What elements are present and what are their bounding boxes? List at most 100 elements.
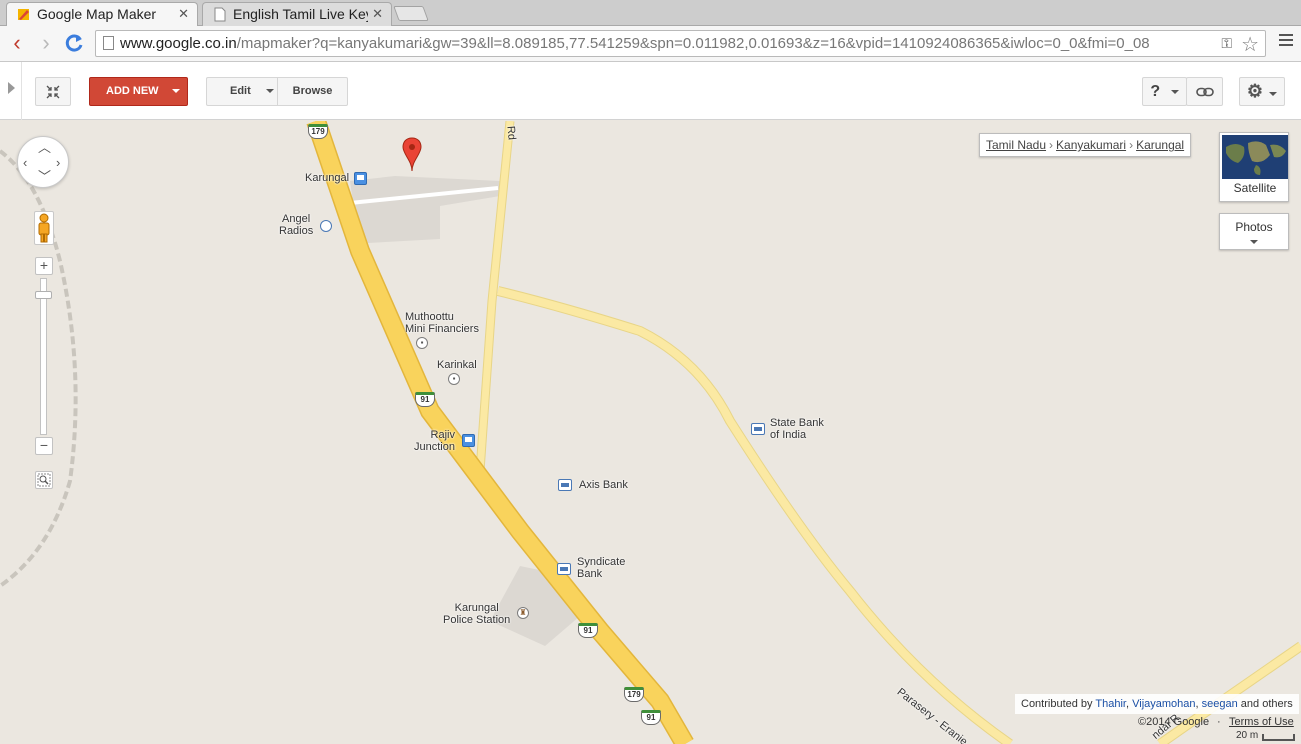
location-pin-icon[interactable] <box>402 137 422 171</box>
scale-label: 20 m <box>1236 730 1259 741</box>
tab-title: English Tamil Live Key <box>233 6 368 22</box>
breadcrumb-link-town[interactable]: Karungal <box>1136 138 1184 152</box>
poi-label-muthoottu[interactable]: Muthoottu Mini Financiers <box>405 311 479 335</box>
gear-icon: ⚙ <box>1246 81 1264 101</box>
address-bar[interactable]: www.google.co.in/mapmaker?q=kanyakumari&… <box>95 30 1266 57</box>
poi-dot-icon[interactable]: ▪ <box>448 373 460 385</box>
divider <box>21 62 22 120</box>
bank-icon[interactable] <box>558 479 572 491</box>
breadcrumb-separator: › <box>1129 138 1134 152</box>
map-canvas[interactable]: Rd Parasery - Eranie ndai R 179 91 91 17… <box>0 121 1301 744</box>
browser-menu-icon[interactable] <box>1279 34 1293 49</box>
page-icon <box>103 36 114 50</box>
contributor-link[interactable]: Thahir <box>1095 698 1126 710</box>
dropdown-caret-icon <box>265 89 274 94</box>
bookmark-star-icon[interactable]: ☆ <box>1241 32 1259 57</box>
dropdown-caret-icon <box>1250 239 1258 244</box>
back-icon[interactable]: ‹ <box>4 30 30 56</box>
collapse-map-button[interactable] <box>35 77 71 106</box>
key-icon[interactable]: ⚿ <box>1221 35 1232 52</box>
pan-right-icon[interactable]: › <box>56 156 60 169</box>
browser-tab-bar: Google Map Maker ✕ English Tamil Live Ke… <box>0 0 1301 27</box>
route-shield: 91 <box>578 623 598 638</box>
poi-label-angel-radios[interactable]: Angel Radios <box>279 213 313 237</box>
add-new-button[interactable]: ADD NEW <box>89 77 188 106</box>
dropdown-caret-icon <box>171 89 180 94</box>
link-button[interactable] <box>1186 77 1223 106</box>
route-shield: 179 <box>624 687 644 702</box>
poi-dot-icon[interactable]: ▪ <box>416 337 428 349</box>
dropdown-caret-icon <box>1170 89 1179 94</box>
zoom-slider-track[interactable] <box>40 278 47 435</box>
bus-stop-icon[interactable] <box>354 172 367 185</box>
poi-label-rajiv-junction[interactable]: Rajiv Junction <box>414 429 455 453</box>
pan-left-icon[interactable]: ‹ <box>23 156 27 169</box>
zoom-out-button[interactable]: − <box>35 437 53 455</box>
pan-up-icon[interactable]: ︿ <box>38 141 51 154</box>
poi-label-police-station[interactable]: Karungal Police Station <box>443 602 510 626</box>
poi-label-karungal[interactable]: Karungal <box>305 172 349 184</box>
pan-control[interactable]: ︿ ‹ › ﹀ <box>17 136 69 188</box>
bank-icon[interactable] <box>751 423 765 435</box>
contributors-attribution: Contributed by Thahir, Vijayamohan, seeg… <box>1015 694 1299 714</box>
breadcrumb-link-district[interactable]: Kanyakumari <box>1056 138 1126 152</box>
tab-close-icon[interactable]: ✕ <box>178 3 189 25</box>
route-shield: 91 <box>641 710 661 725</box>
route-shield: 179 <box>308 124 328 139</box>
zoom-slider-thumb[interactable] <box>35 291 52 299</box>
mapmaker-toolbar: ADD NEW Edit Browse ? ⚙ <box>0 62 1301 120</box>
poi-label-axis-bank[interactable]: Axis Bank <box>579 479 628 491</box>
browse-label: Browse <box>292 85 333 97</box>
scale-bar <box>1262 734 1295 741</box>
zoom-in-button[interactable]: + <box>35 257 53 275</box>
bus-stop-icon[interactable] <box>462 434 475 447</box>
poi-label-karinkal[interactable]: Karinkal <box>437 359 477 371</box>
road-layer <box>0 121 1301 744</box>
satellite-label: Satellite <box>1233 181 1277 195</box>
street-view-pegman-icon[interactable] <box>34 211 54 245</box>
attribution-dot: · <box>1217 716 1221 728</box>
satellite-toggle-button[interactable]: Satellite <box>1219 132 1289 202</box>
pan-down-icon[interactable]: ﹀ <box>38 170 51 183</box>
location-breadcrumb: Tamil Nadu › Kanyakumari › Karungal <box>979 133 1192 157</box>
photos-button[interactable]: Photos <box>1219 213 1289 250</box>
tab-close-icon[interactable]: ✕ <box>372 3 383 25</box>
tab-title: Google Map Maker <box>37 6 157 22</box>
reload-icon[interactable] <box>61 30 87 56</box>
terms-of-use-link[interactable]: Terms of Use <box>1229 716 1294 728</box>
dropdown-caret-icon <box>1269 92 1278 97</box>
route-shield: 91 <box>415 392 435 407</box>
help-button[interactable]: ? <box>1142 77 1187 106</box>
edit-button[interactable]: Edit <box>206 77 278 106</box>
browse-button[interactable]: Browse <box>277 77 348 106</box>
zoom-box-icon[interactable] <box>35 471 53 489</box>
contributor-link[interactable]: Vijayamohan <box>1132 698 1195 710</box>
page-favicon-icon <box>214 7 226 22</box>
tab-english-tamil[interactable]: English Tamil Live Key ✕ <box>202 2 392 26</box>
bank-icon[interactable] <box>557 563 571 575</box>
tab-google-map-maker[interactable]: Google Map Maker ✕ <box>6 2 198 27</box>
satellite-thumbnail <box>1222 135 1288 179</box>
add-new-label: ADD NEW <box>106 85 159 97</box>
shop-icon[interactable] <box>320 220 332 232</box>
expand-panel-icon[interactable] <box>8 82 15 94</box>
breadcrumb-link-state[interactable]: Tamil Nadu <box>986 138 1046 152</box>
map-maker-favicon-icon <box>18 9 29 20</box>
photos-label: Photos <box>1235 220 1273 234</box>
breadcrumb-separator: › <box>1049 138 1054 152</box>
new-tab-button[interactable] <box>393 6 429 21</box>
collapse-arrows-icon <box>46 85 60 99</box>
help-label: ? <box>1150 83 1161 100</box>
copyright-text: ©2014 Google <box>1138 716 1210 728</box>
poi-label-syndicate-bank[interactable]: Syndicate Bank <box>577 556 625 580</box>
browser-toolbar: ‹ › www.google.co.in/mapmaker?q=kanyakum… <box>0 26 1301 62</box>
poi-label-state-bank[interactable]: State Bank of India <box>770 417 824 441</box>
settings-button[interactable]: ⚙ <box>1239 77 1285 106</box>
police-icon[interactable]: ♜ <box>517 607 529 619</box>
forward-icon[interactable]: › <box>33 30 59 56</box>
link-icon <box>1195 87 1214 97</box>
edit-label: Edit <box>230 85 251 97</box>
road-label: Rd <box>504 125 518 141</box>
url-text: www.google.co.in/mapmaker?q=kanyakumari&… <box>120 35 1150 52</box>
contributor-link[interactable]: seegan <box>1202 698 1238 710</box>
